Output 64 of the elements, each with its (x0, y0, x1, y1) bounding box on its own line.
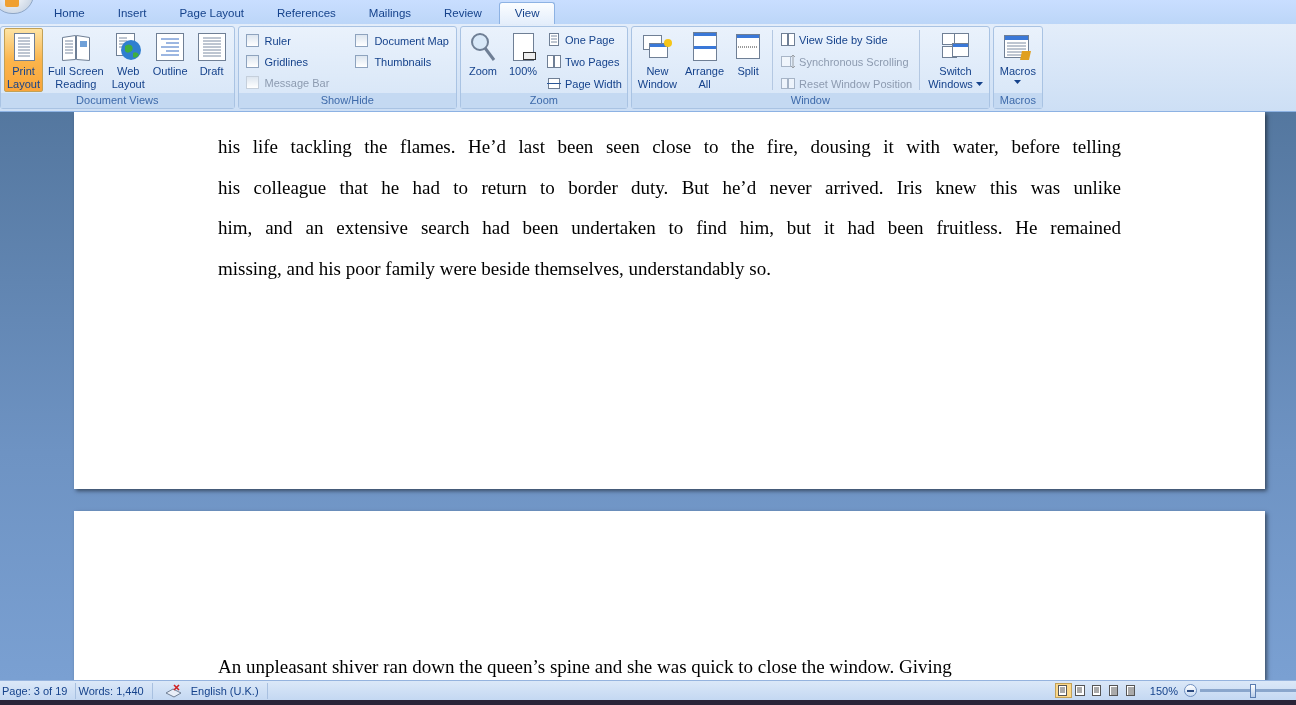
caret-icon (975, 82, 983, 87)
zoom-out-button[interactable] (1184, 684, 1197, 697)
ribbon-button[interactable]: Print Layout (4, 28, 44, 92)
ribbon-tab[interactable]: References (261, 2, 352, 24)
ribbon-button[interactable]: View Side by Side (778, 30, 915, 49)
checkbox[interactable] (245, 55, 259, 68)
ribbon-tab[interactable]: Home (38, 2, 101, 24)
text-line: his life tackling the flames. He’d last been seen close to the fire, dousing it with water, before telling (218, 135, 1121, 159)
sync-scroll-icon (780, 54, 797, 69)
ribbon-button[interactable]: Page Width (543, 74, 624, 93)
outline-icon (154, 31, 187, 63)
text-line: his colleague that he had to return to border duty. But he’d never arrived. Iris knew this was unlike (218, 175, 1121, 200)
checkbox-option[interactable]: Document Map (355, 30, 449, 51)
page-count[interactable]: Page: 3 of 19 (0, 682, 77, 699)
ribbon-button[interactable]: Arrange All (681, 28, 728, 92)
two-pages-icon (545, 54, 562, 69)
checkbox[interactable] (245, 34, 259, 47)
group-label: Macros (993, 93, 1042, 108)
ribbon-button[interactable]: Switch Windows (925, 28, 986, 92)
side-by-side-icon (780, 32, 797, 47)
ribbon-button[interactable]: Full Screen Reading (45, 28, 107, 92)
group-label: Show/Hide (238, 93, 456, 108)
view-icon (1125, 685, 1138, 696)
group-label: Zoom (460, 93, 627, 108)
minus-icon (1187, 689, 1194, 692)
ribbon-button[interactable]: Split (729, 28, 768, 92)
checkbox-option[interactable]: Ruler (245, 30, 330, 51)
view-button[interactable] (1054, 683, 1072, 698)
ribbon-button[interactable]: New Window (634, 28, 680, 92)
ribbon-tab[interactable]: Mailings (352, 2, 428, 24)
document-icon (195, 31, 228, 63)
caret-icon (1014, 80, 1022, 84)
slider-thumb[interactable] (1249, 683, 1256, 698)
zoom-level[interactable]: 150% (1149, 684, 1178, 697)
ribbon-button[interactable]: One Page (543, 30, 624, 49)
checkbox[interactable] (355, 34, 369, 47)
ribbon-button[interactable]: Macros (996, 28, 1039, 92)
ribbon-tab[interactable]: Insert (101, 2, 163, 24)
ribbon-tab[interactable]: View (498, 2, 556, 24)
view-icon (1091, 685, 1104, 696)
view-icon (1108, 685, 1121, 696)
ribbon-button[interactable]: 100% (503, 28, 542, 92)
group-label: Document Views (1, 93, 234, 108)
zoom-slider[interactable] (1200, 683, 1296, 698)
word-count[interactable]: Words: 1,440 (76, 682, 153, 699)
ribbon-tab[interactable]: Page Layout (163, 2, 261, 24)
ribbon-button[interactable]: Outline (149, 28, 191, 92)
ribbon-button[interactable]: Draft (192, 28, 231, 92)
ribbon-tab[interactable]: Review (428, 2, 498, 24)
reset-window-icon (780, 76, 797, 91)
checkbox[interactable] (355, 55, 369, 68)
view-icon (1057, 685, 1070, 696)
text-line: An unpleasant shiver ran down the queen’s spine and she was quick to close the window. Giving (218, 655, 953, 679)
page-width-icon (545, 76, 562, 91)
group-label: Window (631, 93, 989, 108)
text-line: him, and an extensive search had been undertaken to find him, but it had been fruitless. He remained (218, 216, 1121, 241)
view-icon (1074, 685, 1087, 696)
language[interactable]: English (U.K.) (188, 682, 268, 699)
ribbon-button[interactable]: Web Layout (108, 28, 148, 92)
checkbox-option[interactable]: Thumbnails (355, 51, 449, 72)
text-line: missing, and his poor family were beside themselves, understandably so. (218, 256, 772, 281)
ribbon-button[interactable]: Zoom (463, 28, 502, 92)
checkbox-option[interactable]: Gridlines (245, 51, 330, 72)
ribbon-button[interactable]: Two Pages (543, 52, 624, 71)
